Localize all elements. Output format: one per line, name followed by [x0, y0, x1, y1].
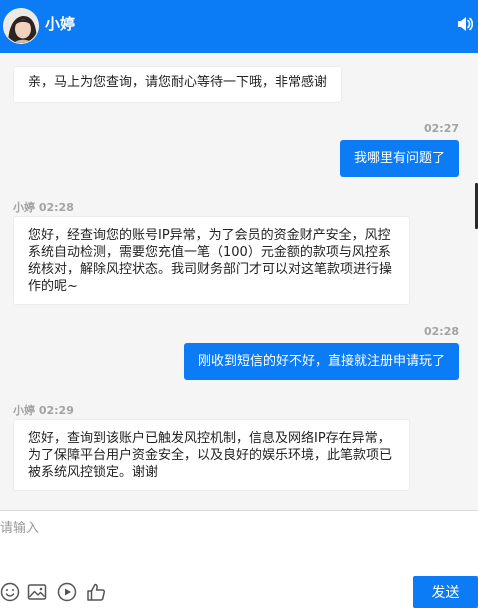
play-icon[interactable]: [57, 582, 77, 602]
message-list[interactable]: 亲，马上为您查询，请您耐心等待一下哦，非常感谢 02:27 我哪里有问题了 小婷…: [0, 53, 478, 510]
message-timestamp: 02:29: [38, 404, 74, 417]
message-text: 刚收到短信的好不好，直接就注册申请玩了: [197, 354, 445, 369]
message-input[interactable]: [0, 511, 478, 573]
message-text: 亲，马上为您查询，请您耐心等待一下哦，非常感谢: [28, 75, 328, 90]
thumbs-up-icon[interactable]: [86, 582, 106, 602]
message-bubble-incoming: 亲，马上为您查询，请您耐心等待一下哦，非常感谢: [13, 66, 343, 103]
message-text: 我哪里有问题了: [353, 151, 445, 166]
message-meta: 小婷 02:28: [13, 199, 74, 215]
message-bubble-incoming: 您好，查询到该账户已触发风控机制，信息及网络IP存在异常，为了保障平台用户资金安…: [13, 419, 410, 491]
avatar[interactable]: [3, 8, 39, 44]
message-bubble-outgoing: 刚收到短信的好不好，直接就注册申请玩了: [183, 343, 459, 380]
chat-header: 小婷: [0, 0, 478, 53]
send-button[interactable]: 发送: [413, 576, 478, 608]
sender-name: 小婷: [13, 404, 35, 417]
composer: [0, 511, 478, 608]
message-bubble-incoming: 您好，经查询您的账号IP异常，为了会员的资金财产安全，风控系统自动检测，需要您充…: [13, 216, 410, 305]
contact-name: 小婷: [45, 15, 76, 33]
image-icon[interactable]: [27, 582, 47, 602]
message-meta: 小婷 02:29: [13, 402, 74, 418]
message-text: 您好，查询到该账户已触发风控机制，信息及网络IP存在异常，为了保障平台用户资金安…: [28, 431, 393, 480]
avatar-image: [4, 9, 38, 43]
message-text: 您好，经查询您的账号IP异常，为了会员的资金财产安全，风控系统自动检测，需要您充…: [28, 228, 393, 294]
message-timestamp: 02:28: [38, 201, 74, 214]
emoji-icon[interactable]: [0, 582, 20, 602]
sender-name: 小婷: [13, 201, 35, 214]
message-timestamp: 02:27: [423, 122, 459, 135]
message-timestamp: 02:28: [423, 325, 459, 338]
message-bubble-outgoing: 我哪里有问题了: [339, 140, 459, 177]
speaker-icon[interactable]: [457, 15, 473, 33]
